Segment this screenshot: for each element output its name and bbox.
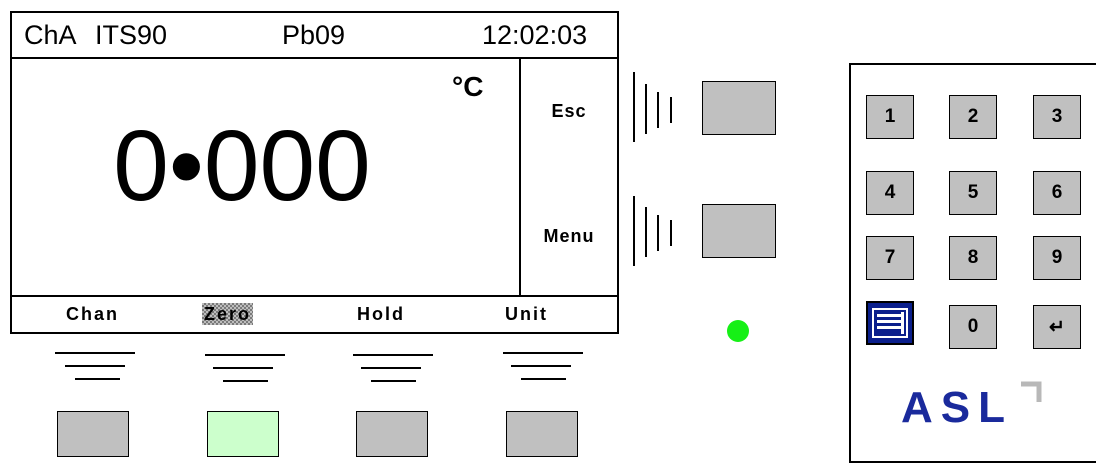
softkey-line xyxy=(75,378,120,380)
softkey-button-unit[interactable] xyxy=(506,411,578,457)
softkey-label-hold: Hold xyxy=(357,304,405,324)
side-line xyxy=(633,196,635,266)
side-line xyxy=(670,97,672,123)
key-menu[interactable] xyxy=(866,301,914,345)
key-6[interactable]: 6 xyxy=(1033,171,1081,215)
instrument-display: ChA ITS90 Pb09 12:02:03 °C 0•000 Esc Men… xyxy=(10,11,619,334)
softkey-bar: Chan Zero Hold Unit xyxy=(12,295,617,332)
status-bar: ChA ITS90 Pb09 12:02:03 xyxy=(12,13,617,59)
side-line xyxy=(645,84,647,134)
scale-label: ITS90 xyxy=(95,20,168,50)
side-menu: Esc Menu xyxy=(519,59,617,295)
side-line xyxy=(633,72,635,142)
document-list-icon xyxy=(872,308,908,338)
softkey-line xyxy=(353,354,433,356)
status-led xyxy=(727,320,749,342)
side-label-esc: Esc xyxy=(551,101,587,121)
softkey-line xyxy=(361,367,421,369)
side-line xyxy=(645,207,647,257)
softkey-line xyxy=(55,352,135,354)
softkey-line xyxy=(503,352,583,354)
softkey-line xyxy=(65,365,125,367)
esc-button[interactable] xyxy=(702,81,776,135)
side-line xyxy=(657,92,659,128)
key-3[interactable]: 3 xyxy=(1033,95,1081,139)
side-line xyxy=(670,220,672,246)
softkey-button-hold[interactable] xyxy=(356,411,428,457)
menu-button[interactable] xyxy=(702,204,776,258)
softkey-label-zero: Zero xyxy=(204,303,252,325)
softkey-button-zero[interactable] xyxy=(207,411,279,457)
key-0[interactable]: 0 xyxy=(949,305,997,349)
asl-logo: ASL xyxy=(901,383,1013,433)
key-5[interactable]: 5 xyxy=(949,171,997,215)
key-enter[interactable]: ↵ xyxy=(1033,305,1081,349)
reading-area: °C 0•000 xyxy=(12,59,519,295)
softkey-label-unit: Unit xyxy=(505,304,548,324)
key-7[interactable]: 7 xyxy=(866,236,914,280)
key-4[interactable]: 4 xyxy=(866,171,914,215)
clock-readout: 12:02:03 xyxy=(482,20,588,50)
softkey-label-chan: Chan xyxy=(66,304,119,324)
softkey-button-chan[interactable] xyxy=(57,411,129,457)
softkey-line xyxy=(223,380,268,382)
corner-bracket-icon xyxy=(1021,381,1042,402)
probe-label: Pb09 xyxy=(282,20,346,50)
logo-text: ASL xyxy=(901,383,1013,432)
key-9[interactable]: 9 xyxy=(1033,236,1081,280)
unit-label: °C xyxy=(452,71,484,102)
channel-label: ChA xyxy=(24,20,77,50)
softkey-line xyxy=(511,365,571,367)
temperature-reading: 0•000 xyxy=(113,110,371,222)
key-1[interactable]: 1 xyxy=(866,95,914,139)
key-2[interactable]: 2 xyxy=(949,95,997,139)
softkey-line xyxy=(213,367,273,369)
side-line xyxy=(657,215,659,251)
numeric-keypad: 1 2 3 4 5 6 7 8 9 0 ↵ ASL xyxy=(849,63,1096,463)
softkey-line xyxy=(521,378,566,380)
softkey-line xyxy=(371,380,416,382)
key-8[interactable]: 8 xyxy=(949,236,997,280)
side-label-menu: Menu xyxy=(543,226,595,246)
softkey-line xyxy=(205,354,285,356)
